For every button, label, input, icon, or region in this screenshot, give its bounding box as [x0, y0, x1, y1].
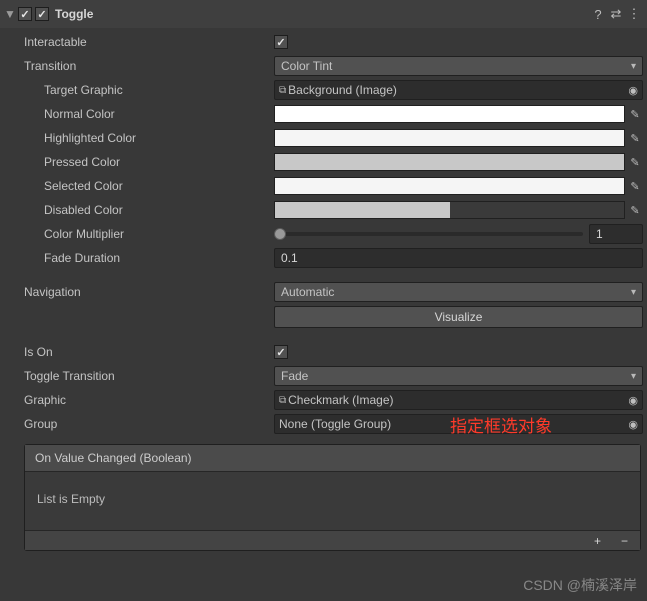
graphic-field[interactable]: ⧉ Checkmark (Image) ◉: [274, 390, 643, 410]
row-selected-color: Selected Color ✎: [4, 176, 643, 196]
label-toggle-transition: Toggle Transition: [24, 369, 274, 383]
toggle-transition-value: Fade: [281, 369, 308, 383]
group-field[interactable]: None (Toggle Group) ◉: [274, 414, 643, 434]
add-event-button[interactable]: +: [590, 534, 605, 548]
row-disabled-color: Disabled Color ✎: [4, 200, 643, 220]
event-controls: + −: [25, 530, 640, 550]
eyedropper-icon[interactable]: ✎: [627, 129, 643, 147]
label-is-on: Is On: [24, 345, 274, 359]
row-highlighted-color: Highlighted Color ✎: [4, 128, 643, 148]
component-title: Toggle: [55, 7, 93, 21]
label-navigation: Navigation: [24, 285, 274, 299]
transition-dropdown[interactable]: Color Tint: [274, 56, 643, 76]
disabled-color-swatch[interactable]: [274, 201, 625, 219]
label-group: Group: [24, 417, 274, 431]
label-pressed-color: Pressed Color: [44, 155, 274, 169]
row-group: Group None (Toggle Group) ◉: [4, 414, 643, 434]
label-transition: Transition: [24, 59, 274, 73]
menu-icon[interactable]: ⋮: [625, 6, 643, 22]
slider-handle-icon[interactable]: [274, 228, 286, 240]
target-graphic-value: Background (Image): [288, 83, 397, 97]
label-interactable: Interactable: [24, 35, 274, 49]
color-multiplier-input[interactable]: [589, 224, 643, 244]
navigation-value: Automatic: [281, 285, 334, 299]
object-icon: ⧉: [279, 395, 286, 406]
row-graphic: Graphic ⧉ Checkmark (Image) ◉: [4, 390, 643, 410]
component-enabled-checkbox[interactable]: [35, 7, 49, 21]
label-selected-color: Selected Color: [44, 179, 274, 193]
eyedropper-icon[interactable]: ✎: [627, 177, 643, 195]
label-disabled-color: Disabled Color: [44, 203, 274, 217]
fade-duration-input[interactable]: [274, 248, 643, 268]
eyedropper-icon[interactable]: ✎: [627, 105, 643, 123]
pressed-color-swatch[interactable]: [274, 153, 625, 171]
event-header: On Value Changed (Boolean): [25, 445, 640, 472]
navigation-dropdown[interactable]: Automatic: [274, 282, 643, 302]
preset-icon[interactable]: ⇄: [607, 6, 625, 22]
label-highlighted-color: Highlighted Color: [44, 131, 274, 145]
event-empty-text: List is Empty: [25, 472, 640, 530]
normal-color-swatch[interactable]: [274, 105, 625, 123]
watermark-text: CSDN @楠溪泽岸: [523, 575, 637, 595]
graphic-value: Checkmark (Image): [288, 393, 393, 407]
highlighted-color-swatch[interactable]: [274, 129, 625, 147]
object-picker-icon[interactable]: ◉: [628, 418, 638, 431]
component-icon-checkbox[interactable]: [18, 7, 32, 21]
eyedropper-icon[interactable]: ✎: [627, 153, 643, 171]
visualize-button[interactable]: Visualize: [274, 306, 643, 328]
row-pressed-color: Pressed Color ✎: [4, 152, 643, 172]
row-interactable: Interactable: [4, 32, 643, 52]
target-graphic-field[interactable]: ⧉ Background (Image) ◉: [274, 80, 643, 100]
row-transition: Transition Color Tint: [4, 56, 643, 76]
row-is-on: Is On: [4, 342, 643, 362]
transition-value: Color Tint: [281, 59, 332, 73]
row-normal-color: Normal Color ✎: [4, 104, 643, 124]
group-value: None (Toggle Group): [279, 417, 391, 431]
label-fade-duration: Fade Duration: [44, 251, 274, 265]
label-color-multiplier: Color Multiplier: [44, 227, 274, 241]
label-graphic: Graphic: [24, 393, 274, 407]
row-target-graphic: Target Graphic ⧉ Background (Image) ◉: [4, 80, 643, 100]
eyedropper-icon[interactable]: ✎: [627, 201, 643, 219]
color-multiplier-slider[interactable]: [274, 225, 583, 243]
help-icon[interactable]: ?: [589, 7, 607, 22]
row-visualize: Visualize: [4, 306, 643, 328]
selected-color-swatch[interactable]: [274, 177, 625, 195]
remove-event-button[interactable]: −: [617, 534, 632, 548]
object-picker-icon[interactable]: ◉: [628, 84, 638, 97]
foldout-icon[interactable]: ▼: [4, 7, 16, 21]
event-list: On Value Changed (Boolean) List is Empty…: [24, 444, 641, 551]
object-icon: ⧉: [279, 85, 286, 96]
component-header: ▼ Toggle ? ⇄ ⋮: [0, 0, 647, 28]
row-navigation: Navigation Automatic: [4, 282, 643, 302]
label-target-graphic: Target Graphic: [44, 83, 274, 97]
row-fade-duration: Fade Duration: [4, 248, 643, 268]
row-toggle-transition: Toggle Transition Fade: [4, 366, 643, 386]
toggle-transition-dropdown[interactable]: Fade: [274, 366, 643, 386]
interactable-checkbox[interactable]: [274, 35, 288, 49]
object-picker-icon[interactable]: ◉: [628, 394, 638, 407]
is-on-checkbox[interactable]: [274, 345, 288, 359]
row-color-multiplier: Color Multiplier: [4, 224, 643, 244]
label-normal-color: Normal Color: [44, 107, 274, 121]
